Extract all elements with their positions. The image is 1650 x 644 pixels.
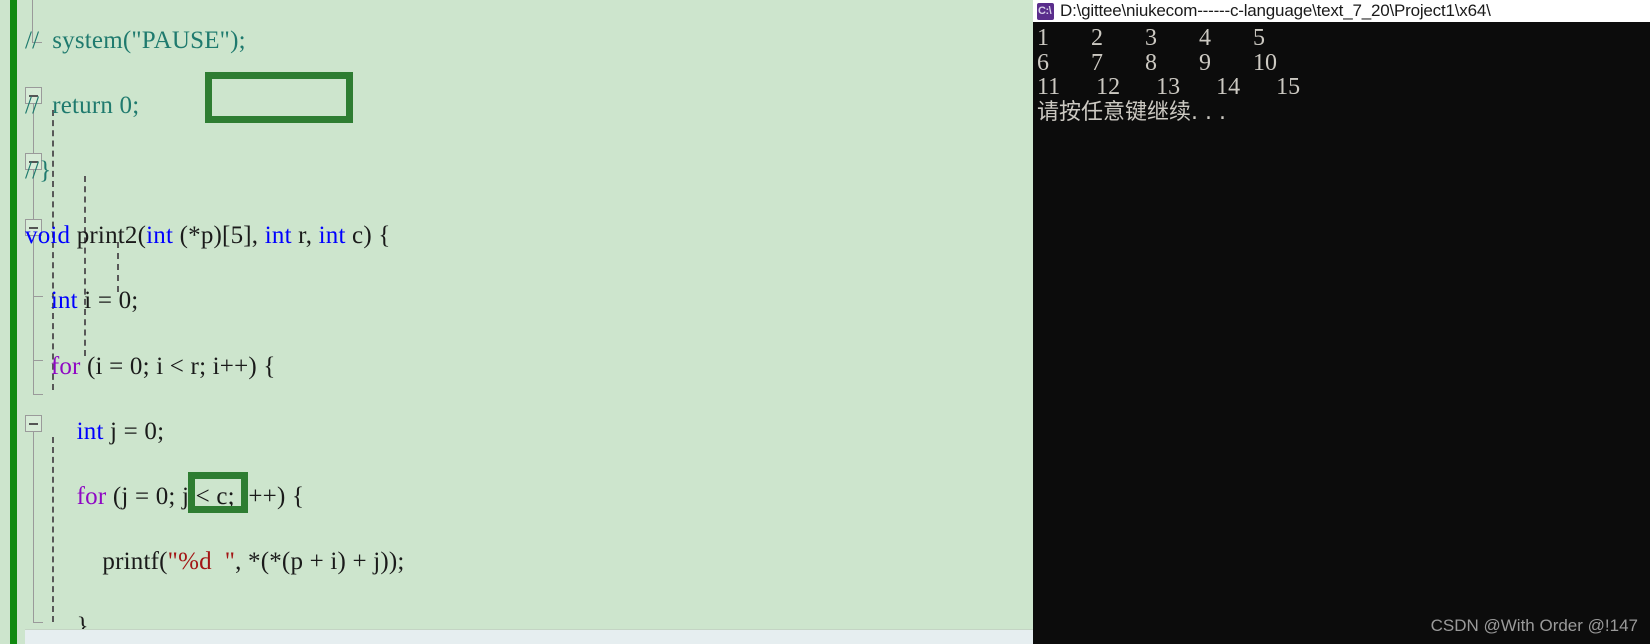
console-pause-prompt: 请按任意键继续. . . (1037, 99, 1226, 125)
screenshot-root: // system("PAUSE"); // return 0; //} voi… (0, 0, 1650, 644)
console-output-line: 6 7 8 9 10 (1037, 49, 1277, 76)
highlight-box-param-int-p-5 (205, 72, 353, 123)
console-output-line: 1 2 3 4 5 (1037, 25, 1265, 51)
editor-gutter (17, 0, 25, 644)
console-title-text: D:\gittee\niukecom------c-language\text_… (1060, 1, 1491, 20)
code-line: for (j = 0; j < c; j++) { (76, 482, 305, 510)
editor-horizontal-scrollbar[interactable] (25, 629, 1033, 644)
code-line: //} (25, 156, 52, 184)
code-line: // system("PAUSE"); (25, 26, 246, 54)
code-line: // return 0; (25, 91, 140, 119)
editor-change-bar (10, 0, 17, 644)
code-editor-pane[interactable]: // system("PAUSE"); // return 0; //} voi… (0, 0, 1033, 644)
console-output-line: 11 12 13 14 15 (1037, 74, 1301, 100)
code-line: int j = 0; (76, 417, 165, 445)
console-titlebar[interactable]: C:\ D:\gittee\niukecom------c-language\t… (1033, 0, 1650, 22)
code-line: int i = 0; (50, 287, 139, 315)
editor-left-edge (0, 0, 10, 644)
code-line: printf("%d ", *(*(p + i) + j)); (25, 548, 405, 576)
code-line: for (i = 0; i < r; i++) { (50, 352, 276, 380)
console-window[interactable]: C:\ D:\gittee\niukecom------c-language\t… (1033, 0, 1650, 644)
code-text[interactable]: // system("PAUSE"); // return 0; //} voi… (25, 0, 1033, 644)
console-icon-label: C:\ (1038, 4, 1052, 17)
console-app-icon: C:\ (1037, 2, 1054, 20)
highlight-box-arg-arr (188, 472, 248, 513)
console-output: 1 2 3 4 5 6 7 8 9 10 11 12 13 14 15 请按任意… (1033, 22, 1650, 644)
code-line: void print2(int (*p)[5], int r, int c) { (25, 222, 391, 250)
csdn-watermark: CSDN @With Order @!147 (1430, 616, 1638, 635)
